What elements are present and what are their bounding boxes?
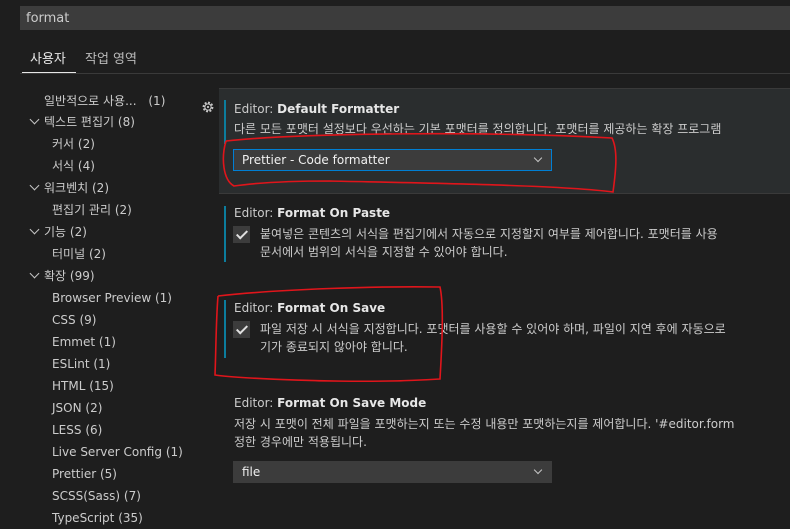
annotation-circle-format-on-save [214, 286, 444, 383]
annotation-circle-default-formatter [222, 132, 617, 193]
red-annotation-overlay [214, 132, 617, 383]
